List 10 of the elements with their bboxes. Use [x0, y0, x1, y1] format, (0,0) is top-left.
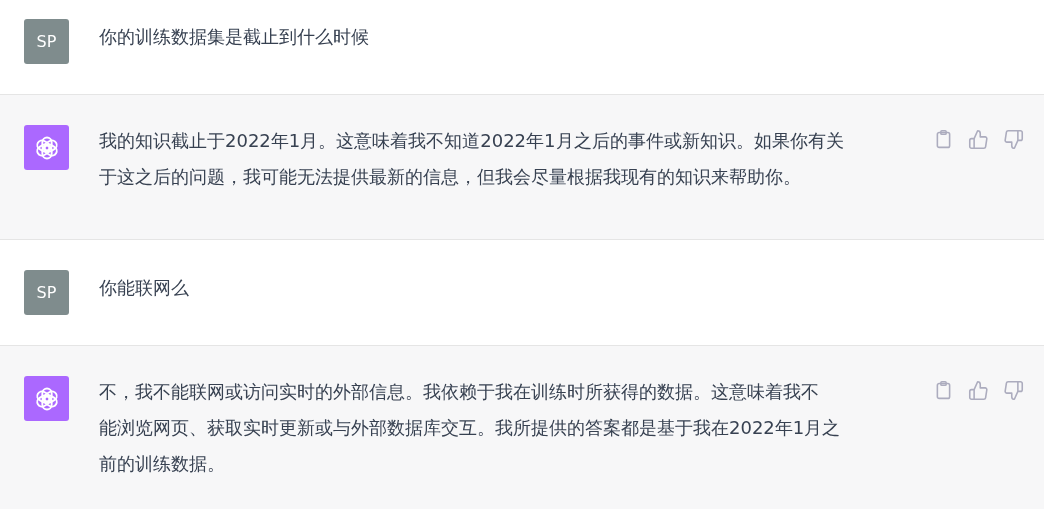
thumbs-up-icon[interactable] [968, 129, 989, 150]
message-text: 你能联网么 [99, 276, 190, 300]
message-text: 我的知识截止于2022年1月。这意味着我不知道2022年1月之后的事件或新知识。如果你有关 于这之后的问题，我可能无法提供最新的信息，但我会尽量根据我现有的知识来帮助你。 [99, 129, 845, 189]
user-avatar: SP [24, 270, 69, 315]
thumbs-up-icon[interactable] [968, 380, 989, 401]
message-text: 你的训练数据集是截止到什么时候 [99, 25, 370, 49]
message-text: 不，我不能联网或访问实时的外部信息。我依赖于我在训练时所获得的数据。这意味着我不 能浏览网页、获取实时更新或与外部数据库交互。我所提供的答案都是基于我在2022年1月之 前的训练数据。 [99, 380, 842, 476]
user-avatar: SP [24, 19, 69, 64]
thumbs-down-icon[interactable] [1003, 129, 1024, 150]
thumbs-down-icon[interactable] [1003, 380, 1024, 401]
